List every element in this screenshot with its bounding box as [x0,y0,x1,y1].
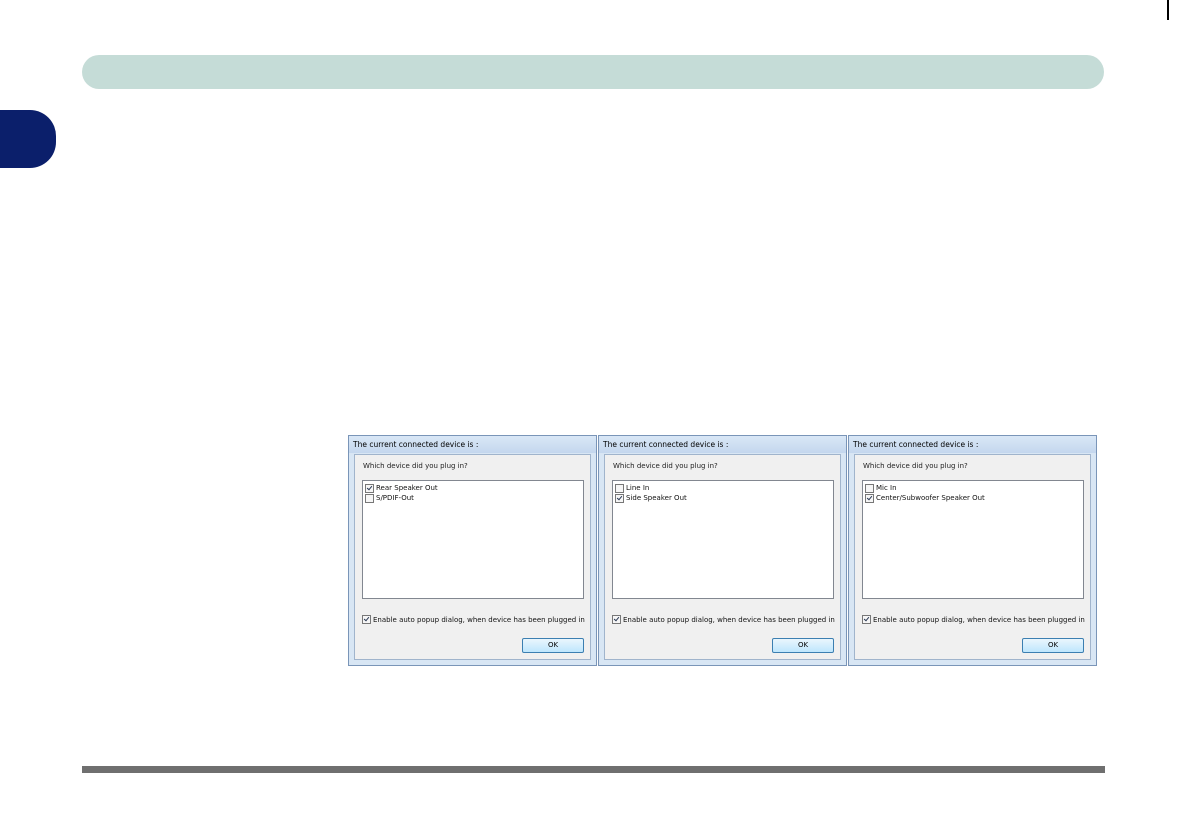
device-dialog-3: The current connected device is : Which … [848,435,1097,666]
dialog-prompt: Which device did you plug in? [613,462,718,470]
dialog-prompt: Which device did you plug in? [863,462,968,470]
device-listbox[interactable]: Line In Side Speaker Out [612,480,834,599]
auto-popup-label: Enable auto popup dialog, when device ha… [623,615,835,624]
ok-button[interactable]: OK [522,638,584,653]
dialog-title: The current connected device is : [599,436,846,453]
device-option-label: S/PDIF-Out [376,494,414,502]
corner-mark [1167,0,1169,20]
ok-button[interactable]: OK [772,638,834,653]
device-option[interactable]: Mic In [865,483,897,493]
auto-popup-label: Enable auto popup dialog, when device ha… [373,615,585,624]
footer-rule [82,766,1105,773]
auto-popup-option[interactable]: Enable auto popup dialog, when device ha… [862,615,1085,624]
device-option[interactable]: Rear Speaker Out [365,483,438,493]
checkbox-checked-icon[interactable] [362,615,371,624]
ok-button[interactable]: OK [1022,638,1084,653]
device-option-label: Rear Speaker Out [376,484,438,492]
checkbox-checked-icon[interactable] [365,483,374,493]
device-option[interactable]: S/PDIF-Out [365,493,414,503]
device-option[interactable]: Side Speaker Out [615,493,687,503]
auto-popup-label: Enable auto popup dialog, when device ha… [873,615,1085,624]
auto-popup-option[interactable]: Enable auto popup dialog, when device ha… [612,615,835,624]
device-listbox[interactable]: Mic In Center/Subwoofer Speaker Out [862,480,1084,599]
dialog-title: The current connected device is : [349,436,596,453]
chapter-tab [0,110,56,168]
device-dialog-2: The current connected device is : Which … [598,435,847,666]
checkbox-unchecked-icon[interactable] [865,483,874,493]
device-option-label: Mic In [876,484,897,492]
checkbox-checked-icon[interactable] [862,615,871,624]
device-listbox[interactable]: Rear Speaker Out S/PDIF-Out [362,480,584,599]
dialog-title: The current connected device is : [849,436,1096,453]
page-header-bar [82,55,1104,89]
device-option-label: Center/Subwoofer Speaker Out [876,494,985,502]
device-option-label: Side Speaker Out [626,494,687,502]
device-option[interactable]: Line In [615,483,649,493]
checkbox-checked-icon[interactable] [865,493,874,503]
checkbox-unchecked-icon[interactable] [365,493,374,503]
dialog-body: Which device did you plug in? Rear Speak… [354,454,591,660]
device-dialog-1: The current connected device is : Which … [348,435,597,666]
checkbox-checked-icon[interactable] [615,493,624,503]
device-option-label: Line In [626,484,650,492]
dialog-body: Which device did you plug in? Line In Si… [604,454,841,660]
checkbox-unchecked-icon[interactable] [615,483,624,493]
dialog-body: Which device did you plug in? Mic In Cen… [854,454,1091,660]
dialog-prompt: Which device did you plug in? [363,462,468,470]
checkbox-checked-icon[interactable] [612,615,621,624]
device-option[interactable]: Center/Subwoofer Speaker Out [865,493,985,503]
auto-popup-option[interactable]: Enable auto popup dialog, when device ha… [362,615,585,624]
